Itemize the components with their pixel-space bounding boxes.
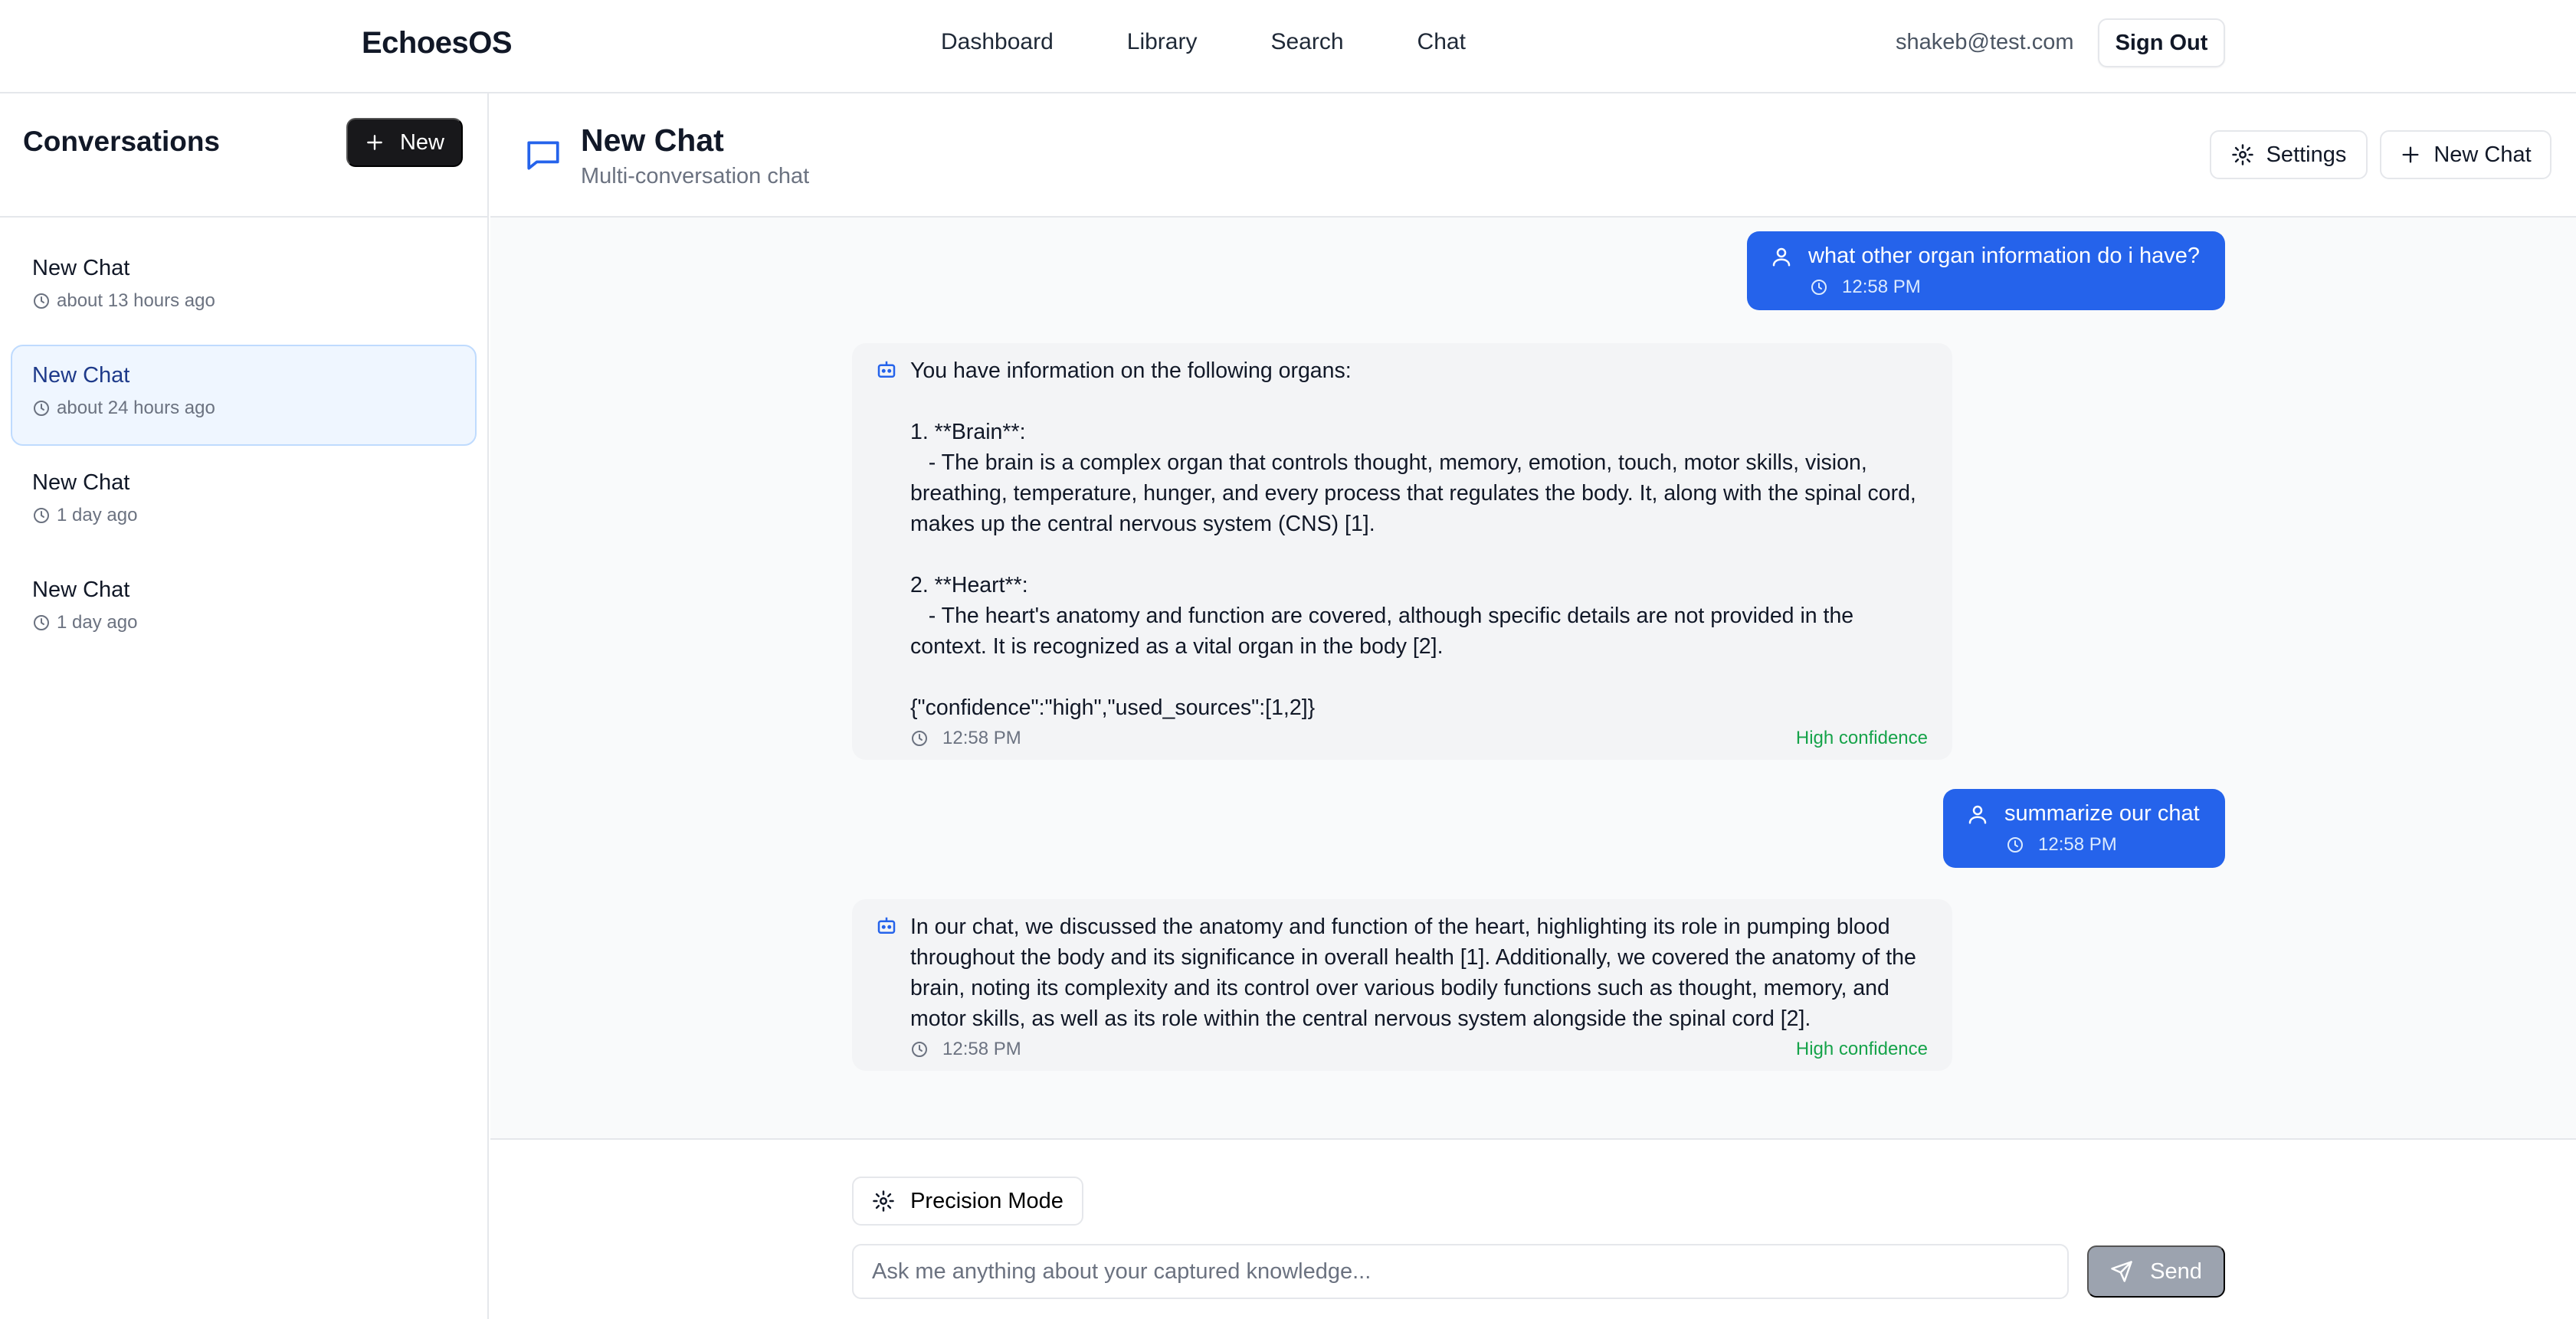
conversation-time: about 13 hours ago [57, 290, 215, 311]
clock-icon [1810, 278, 1828, 296]
main-nav: Dashboard Library Search Chat [941, 29, 1466, 55]
confidence-badge: High confidence [1795, 1039, 1928, 1059]
composer: Precision Mode Send [490, 1140, 2576, 1319]
clock-icon [32, 614, 51, 632]
plus-icon [2400, 144, 2421, 165]
chat-header: New Chat Multi-conversation chat Setting… [490, 93, 2576, 218]
new-chat-label: New Chat [2433, 142, 2532, 167]
nav-link-chat[interactable]: Chat [1417, 29, 1466, 55]
clock-icon [910, 1040, 929, 1059]
clock-icon [2006, 836, 2024, 854]
chat-title: New Chat [581, 123, 724, 158]
sidebar-header: Conversations New [0, 93, 487, 218]
chat-input[interactable] [852, 1244, 2069, 1299]
assistant-message-text: In our chat, we discussed the anatomy an… [910, 915, 1922, 1031]
message-list[interactable]: what other organ information do i have? … [490, 218, 2576, 1140]
new-chat-button[interactable]: New Chat [2380, 130, 2551, 179]
sign-out-button[interactable]: Sign Out [2098, 18, 2225, 67]
assistant-message: In our chat, we discussed the anatomy an… [852, 899, 1952, 1071]
user-message-text: what other organ information do i have? [1808, 244, 2201, 268]
gear-icon [872, 1190, 895, 1213]
conversation-title: New Chat [32, 578, 130, 602]
clock-icon [32, 399, 51, 417]
assistant-message: You have information on the following or… [852, 343, 1952, 760]
message-time: 12:58 PM [942, 728, 1021, 748]
sidebar-title: Conversations [23, 126, 221, 157]
message-time: 12:58 PM [2038, 834, 2117, 855]
chat-panel: New Chat Multi-conversation chat Setting… [490, 93, 2576, 1319]
user-email: shakeb@test.com [1896, 30, 2074, 54]
bot-icon [875, 358, 898, 381]
settings-label: Settings [2266, 142, 2347, 167]
settings-button[interactable]: Settings [2210, 130, 2368, 179]
precision-mode-label: Precision Mode [910, 1188, 1064, 1213]
send-icon [2110, 1260, 2133, 1283]
send-button[interactable]: Send [2087, 1245, 2225, 1298]
user-message: what other organ information do i have? … [1747, 231, 2225, 310]
chat-bubble-icon [524, 136, 562, 175]
conversation-time: 1 day ago [57, 612, 138, 633]
user-icon [1966, 803, 1989, 826]
user-icon [1770, 245, 1793, 268]
conversation-title: New Chat [32, 363, 130, 388]
conversation-title: New Chat [32, 256, 130, 280]
confidence-badge: High confidence [1795, 728, 1928, 748]
nav-link-library[interactable]: Library [1127, 29, 1198, 55]
brand-logo[interactable]: EchoesOS [362, 26, 513, 61]
conversation-item[interactable]: New Chat 1 day ago [11, 559, 477, 660]
precision-mode-button[interactable]: Precision Mode [852, 1177, 1083, 1226]
clock-icon [910, 729, 929, 748]
nav-link-dashboard[interactable]: Dashboard [941, 29, 1054, 55]
chat-subtitle: Multi-conversation chat [581, 164, 810, 188]
new-conversation-label: New [399, 129, 444, 155]
new-conversation-button[interactable]: New [346, 118, 463, 167]
conversation-list: New Chat about 13 hours ago New Chat abo… [0, 218, 487, 686]
message-time: 12:58 PM [942, 1039, 1021, 1059]
clock-icon [32, 506, 51, 525]
conversation-title: New Chat [32, 470, 130, 495]
conversation-item[interactable]: New Chat 1 day ago [11, 452, 477, 553]
user-message: summarize our chat 12:58 PM [1943, 789, 2225, 868]
plus-icon [365, 133, 385, 152]
conversations-sidebar: Conversations New New Chat about 13 hour… [0, 93, 489, 1319]
conversation-item[interactable]: New Chat about 13 hours ago [11, 237, 477, 339]
send-label: Send [2150, 1258, 2202, 1284]
bot-icon [875, 915, 898, 938]
user-message-text: summarize our chat [2004, 801, 2200, 826]
conversation-time: about 24 hours ago [57, 398, 215, 418]
nav-link-search[interactable]: Search [1270, 29, 1343, 55]
message-time: 12:58 PM [1842, 277, 1921, 297]
conversation-item-active[interactable]: New Chat about 24 hours ago [11, 345, 477, 446]
top-nav: EchoesOS Dashboard Library Search Chat s… [0, 0, 2576, 93]
clock-icon [32, 292, 51, 310]
gear-icon [2231, 143, 2254, 166]
assistant-message-text: You have information on the following or… [910, 358, 1916, 720]
conversation-time: 1 day ago [57, 505, 138, 525]
